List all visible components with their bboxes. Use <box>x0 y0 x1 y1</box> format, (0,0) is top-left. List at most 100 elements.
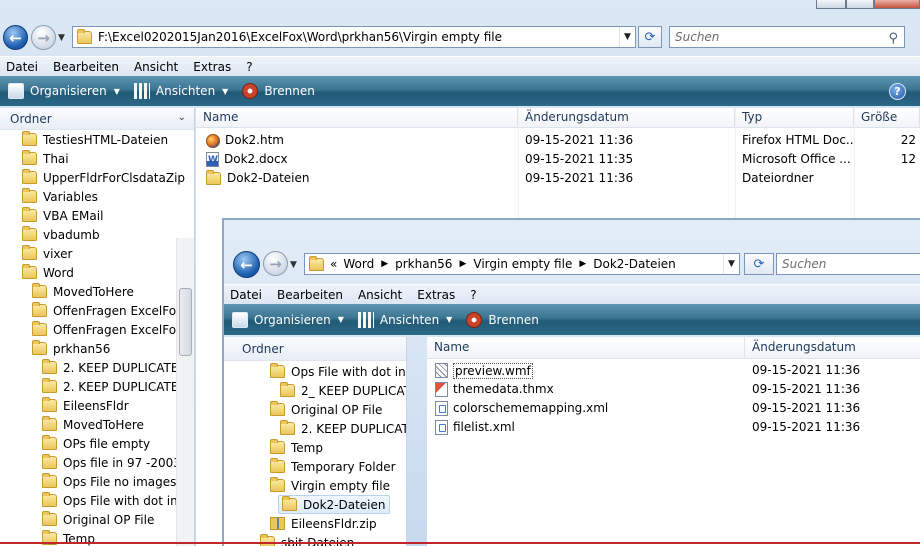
folders-header[interactable]: Ordner ⌄ <box>0 108 194 130</box>
tree-item[interactable]: Variables <box>0 187 194 206</box>
menu-extras[interactable]: Extras <box>417 288 455 302</box>
menu-help[interactable]: ? <box>470 288 476 302</box>
tree-item[interactable]: Ops File no images <box>0 472 194 491</box>
word-document-icon <box>206 151 219 169</box>
tree-item[interactable]: Original OP File <box>224 400 406 419</box>
tree-item[interactable]: EileensFldr <box>0 396 194 415</box>
menu-bearbeiten[interactable]: Bearbeiten <box>53 60 119 74</box>
tree-item[interactable]: TestiesHTML-Dateien <box>0 130 194 149</box>
tree-item[interactable]: OPs file empty <box>0 434 194 453</box>
search-input[interactable]: Suchen ⚲ <box>669 26 905 48</box>
refresh-icon: ⟳ <box>644 29 656 45</box>
tree-item-label: prkhan56 <box>53 341 111 356</box>
breadcrumb-dok2-dateien[interactable]: Dok2-Dateien <box>593 257 676 271</box>
breadcrumb-separator-icon[interactable]: ▶ <box>381 259 388 269</box>
search-input[interactable]: Suchen <box>776 253 920 275</box>
menu-ansicht[interactable]: Ansicht <box>134 60 178 74</box>
tree-item[interactable]: Word <box>0 263 194 282</box>
forward-button[interactable]: → <box>31 25 56 50</box>
menu-datei[interactable]: Datei <box>230 288 262 302</box>
scrollbar-thumb[interactable] <box>179 288 192 356</box>
tree-item[interactable]: vixer <box>0 244 194 263</box>
views-button[interactable]: Ansichten ▼ <box>357 311 452 328</box>
refresh-button[interactable]: ⟳ <box>638 26 662 48</box>
tree-item[interactable]: 2. KEEP DUPLICATE RI <box>0 358 194 377</box>
organize-icon <box>8 83 24 99</box>
tree-item[interactable]: prkhan56 <box>0 339 194 358</box>
forward-button[interactable]: → <box>263 251 288 276</box>
tree-item[interactable]: Thai <box>0 149 194 168</box>
nav-scrollbar[interactable] <box>176 238 194 546</box>
tree-item[interactable]: sbit-Dateien <box>224 533 406 546</box>
menu-datei[interactable]: Datei <box>6 60 38 74</box>
file-row[interactable]: Dok2.docx 09-15-2021 11:35 Microsoft Off… <box>196 150 920 169</box>
menu-help[interactable]: ? <box>246 60 252 74</box>
help-button[interactable]: ? <box>889 82 906 100</box>
file-row[interactable]: colorschememapping.xml 09-15-2021 11:36 <box>427 399 920 418</box>
tree-item[interactable]: Ops File with dot in na <box>224 362 406 381</box>
tree-item[interactable]: Original OP File <box>0 510 194 529</box>
tree-item-selected[interactable]: Dok2-Dateien <box>224 495 406 514</box>
folder-icon <box>22 188 37 203</box>
breadcrumb-overflow[interactable]: « <box>330 257 337 271</box>
recent-pages-dropdown[interactable]: ▼ <box>290 260 297 270</box>
tree-item[interactable]: vbadumb <box>0 225 194 244</box>
folder-icon <box>32 302 47 317</box>
menu-bearbeiten[interactable]: Bearbeiten <box>277 288 343 302</box>
file-row[interactable]: Dok2-Dateien 09-15-2021 11:36 Dateiordne… <box>196 169 920 188</box>
column-name[interactable]: Name <box>196 108 518 128</box>
tree-item[interactable]: Ops File with dot in na <box>0 491 194 510</box>
file-row[interactable]: preview.wmf 09-15-2021 11:36 <box>427 361 920 380</box>
breadcrumb-separator-icon[interactable]: ▶ <box>459 259 466 269</box>
file-row[interactable]: filelist.xml 09-15-2021 11:36 <box>427 418 920 437</box>
tree-item[interactable]: MovedToHere <box>0 282 194 301</box>
file-row[interactable]: Dok2.htm 09-15-2021 11:36 Firefox HTML D… <box>196 131 920 150</box>
refresh-button[interactable]: ⟳ <box>744 253 774 275</box>
tree-item[interactable]: Ops file in 97 -2003 fo <box>0 453 194 472</box>
burn-button[interactable]: Brennen <box>466 311 539 328</box>
organize-button[interactable]: Organisieren ▼ <box>8 83 120 99</box>
menu-extras[interactable]: Extras <box>193 60 231 74</box>
folder-icon <box>42 397 57 412</box>
xml-file-icon <box>435 420 448 435</box>
organize-button[interactable]: Organisieren ▼ <box>232 311 344 328</box>
breadcrumb-virgin-empty-file[interactable]: Virgin empty file <box>473 257 572 271</box>
menu-ansicht[interactable]: Ansicht <box>358 288 402 302</box>
tree-item[interactable]: 2. KEEP DUPLICATE RI <box>0 377 194 396</box>
address-dropdown-icon[interactable]: ▼ <box>619 27 635 47</box>
back-button[interactable]: ← <box>233 251 260 278</box>
burn-button[interactable]: Brennen <box>242 83 315 99</box>
close-button[interactable] <box>874 0 920 9</box>
column-date[interactable]: Änderungsdatum <box>745 337 920 359</box>
tree-item[interactable]: MovedToHere <box>0 415 194 434</box>
back-button[interactable]: ← <box>3 25 28 50</box>
tree-item[interactable]: VBA EMail <box>0 206 194 225</box>
tree-item[interactable]: Temp <box>224 438 406 457</box>
address-bar[interactable]: « Word ▶ prkhan56 ▶ Virgin empty file ▶ … <box>304 253 740 275</box>
file-row[interactable]: themedata.thmx 09-15-2021 11:36 <box>427 380 920 399</box>
column-name[interactable]: Name <box>427 337 745 359</box>
tree-item[interactable]: Temporary Folder <box>224 457 406 476</box>
views-button[interactable]: Ansichten ▼ <box>133 83 228 99</box>
tree-item[interactable]: OffenFragen ExcelFoxAb <box>0 320 194 339</box>
column-size[interactable]: Größe <box>854 108 920 128</box>
folder-icon <box>206 170 221 185</box>
tree-item[interactable]: EileensFldr.zip <box>224 514 406 533</box>
minimize-button[interactable] <box>816 0 846 9</box>
tree-item[interactable]: OffenFragen ExcelFoxAb <box>0 301 194 320</box>
column-type[interactable]: Typ <box>735 108 854 128</box>
tree-item[interactable]: UpperFldrForClsdataZip <box>0 168 194 187</box>
column-date[interactable]: Änderungsdatum <box>518 108 735 128</box>
tree-item[interactable]: 2. KEEP DUPLICATE <box>224 419 406 438</box>
breadcrumb-prkhan56[interactable]: prkhan56 <box>395 257 452 271</box>
recent-pages-dropdown[interactable]: ▼ <box>58 33 65 43</box>
tree-item[interactable]: Virgin empty file <box>224 476 406 495</box>
tree-item[interactable]: 2_ KEEP DUPLICATE <box>224 381 406 400</box>
breadcrumb-separator-icon[interactable]: ▶ <box>579 259 586 269</box>
address-bar[interactable]: F:\Excel0202015Jan2016\ExcelFox\Word\prk… <box>72 26 636 48</box>
address-dropdown-icon[interactable]: ▼ <box>723 254 739 274</box>
folders-header[interactable]: Ordner <box>224 337 406 361</box>
breadcrumb-word[interactable]: Word <box>343 257 374 271</box>
maximize-button[interactable] <box>846 0 874 9</box>
tree-item-label: MovedToHere <box>53 284 134 299</box>
